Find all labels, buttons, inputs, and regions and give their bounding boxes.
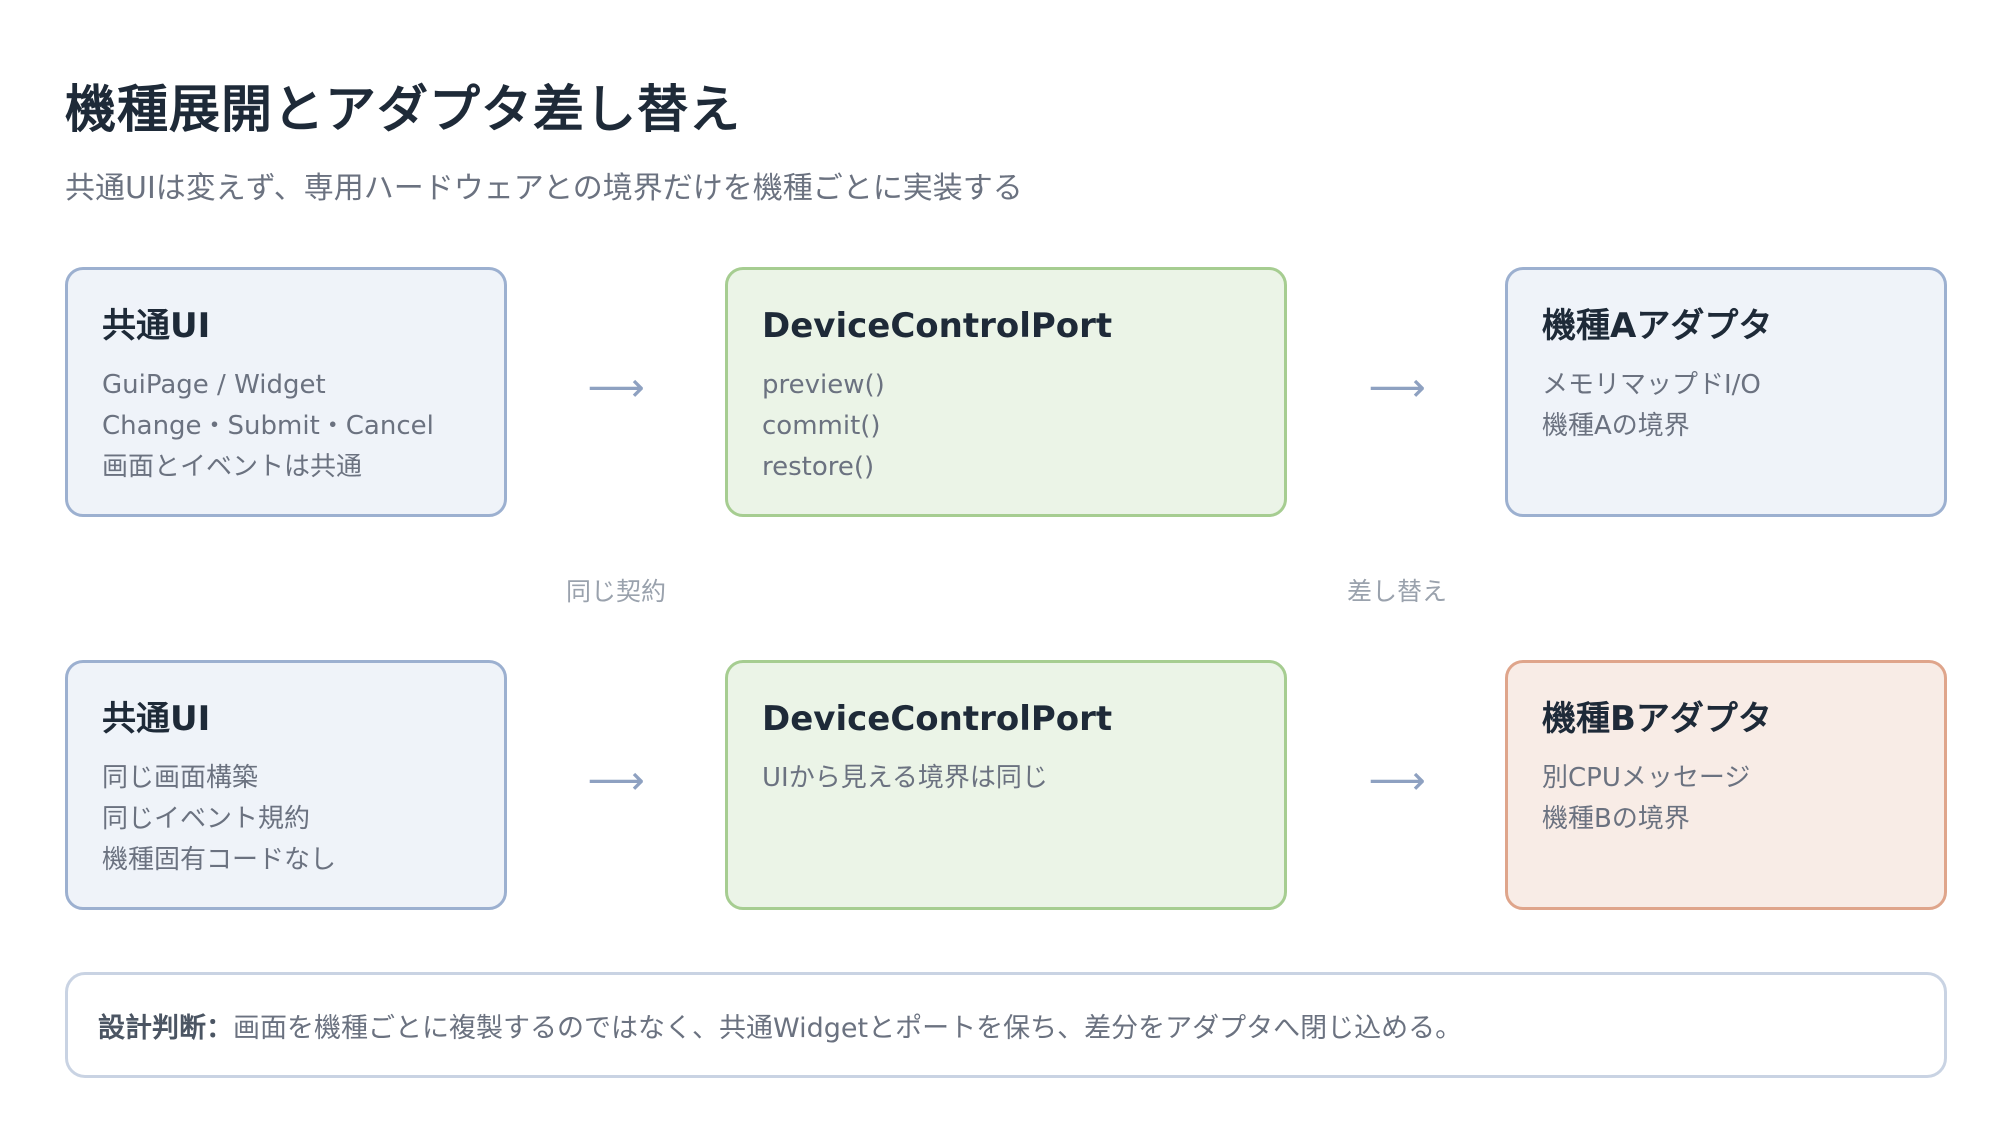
box-line: メモリマップドI/O bbox=[1542, 369, 1761, 400]
box-title: 共通UI bbox=[102, 306, 211, 346]
same-contract-label: 同じ契約 bbox=[565, 577, 666, 606]
box-line: Change・Submit・Cancel bbox=[102, 410, 434, 441]
device-control-port-box-row1: DeviceControlPort preview() commit() res… bbox=[725, 267, 1287, 517]
adapter-a-box: 機種Aアダプタ メモリマップドI/O 機種Aの境界 bbox=[1505, 267, 1947, 517]
common-ui-box-row2: 共通UI 同じ画面構築 同じイベント規約 機種固有コードなし bbox=[65, 660, 507, 910]
page-title: 機種展開とアダプタ差し替え bbox=[65, 81, 742, 140]
note-text: 画面を機種ごとに複製するのではなく、共通Widgetとポートを保ち、差分をアダプ… bbox=[233, 1012, 1463, 1044]
box-line: 機種Aの境界 bbox=[1542, 410, 1690, 441]
arrow-right-icon: ⟶ bbox=[1368, 758, 1426, 804]
swap-label: 差し替え bbox=[1346, 577, 1447, 606]
box-line: 別CPUメッセージ bbox=[1542, 762, 1751, 793]
arrow-right-icon: ⟶ bbox=[587, 758, 645, 804]
adapter-b-box: 機種Bアダプタ 別CPUメッセージ 機種Bの境界 bbox=[1505, 660, 1947, 910]
box-title: 機種Bアダプタ bbox=[1542, 699, 1772, 739]
box-line: 機種固有コードなし bbox=[102, 844, 337, 875]
device-control-port-box-row2: DeviceControlPort UIから見える境界は同じ bbox=[725, 660, 1287, 910]
arrow-right-icon: ⟶ bbox=[1368, 365, 1426, 411]
box-title: 機種Aアダプタ bbox=[1542, 306, 1773, 346]
box-line: 同じイベント規約 bbox=[102, 803, 311, 834]
arrow-right-icon: ⟶ bbox=[587, 365, 645, 411]
box-line: commit() bbox=[762, 410, 881, 441]
box-line: 機種Bの境界 bbox=[1542, 803, 1690, 834]
box-title: 共通UI bbox=[102, 699, 211, 739]
common-ui-box-row1: 共通UI GuiPage / Widget Change・Submit・Canc… bbox=[65, 267, 507, 517]
box-line: 画面とイベントは共通 bbox=[102, 451, 363, 482]
box-line: restore() bbox=[762, 451, 875, 482]
box-line: 同じ画面構築 bbox=[102, 762, 259, 793]
box-title: DeviceControlPort bbox=[762, 306, 1113, 346]
box-title: DeviceControlPort bbox=[762, 699, 1113, 739]
box-line: preview() bbox=[762, 369, 885, 400]
box-line: GuiPage / Widget bbox=[102, 369, 326, 400]
note-label: 設計判断： bbox=[98, 1012, 233, 1044]
design-decision-note: 設計判断： 画面を機種ごとに複製するのではなく、共通Widgetとポートを保ち、差… bbox=[65, 972, 1947, 1078]
box-line: UIから見える境界は同じ bbox=[762, 762, 1048, 793]
page-subtitle: 共通UIは変えず、専用ハードウェアとの境界だけを機種ごとに実装する bbox=[65, 171, 1023, 206]
